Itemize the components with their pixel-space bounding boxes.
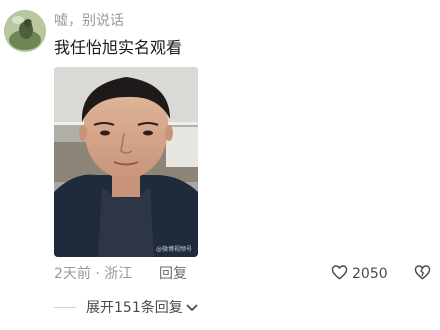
comment-card: 嘘，别说话 我任怡旭实名观看 @微博视频号 2天前 · 浙江 回复 2050 展…: [0, 0, 440, 330]
comment-image[interactable]: @微博视频号: [54, 67, 198, 257]
reply-button[interactable]: 回复: [159, 265, 187, 283]
comment-meta: 2天前 · 浙江 回复 2050: [54, 264, 434, 285]
divider-line: [54, 306, 76, 308]
comment-text: 我任怡旭实名观看: [54, 38, 183, 57]
dislike-button[interactable]: [414, 264, 431, 285]
user-avatar[interactable]: [4, 10, 46, 52]
time-location: 2天前 · 浙江: [54, 266, 133, 282]
comment-location: 浙江: [104, 266, 133, 282]
like-count: 2050: [352, 266, 388, 282]
like-button[interactable]: 2050: [331, 264, 388, 285]
username[interactable]: 嘘，别说话: [54, 12, 124, 30]
comment-time: 2天前: [54, 266, 91, 282]
chevron-down-icon: [186, 298, 198, 317]
expand-replies-label: 展开151条回复: [86, 300, 183, 316]
expand-replies-button[interactable]: 展开151条回复: [54, 297, 198, 317]
image-watermark: @微博视频号: [155, 246, 192, 253]
broken-heart-icon: [414, 264, 431, 285]
heart-outline-icon: [331, 264, 348, 285]
